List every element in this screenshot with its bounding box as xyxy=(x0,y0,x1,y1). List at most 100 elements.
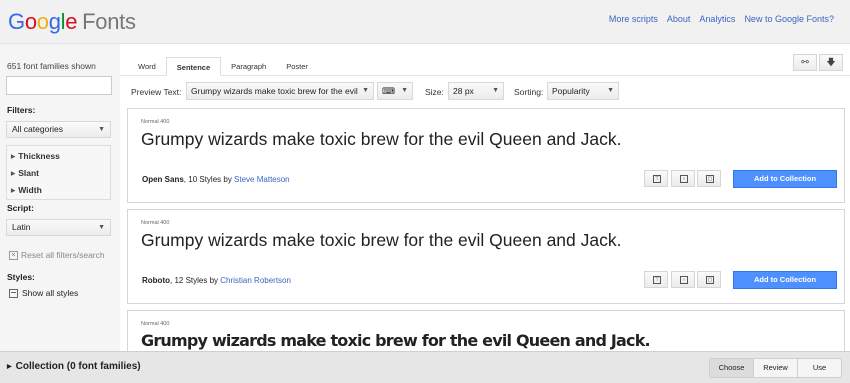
chevron-down-icon: ▼ xyxy=(98,224,105,231)
font-style-label: Normal 400 xyxy=(141,119,170,125)
font-family-name: Open Sans xyxy=(142,175,184,184)
category-select[interactable]: All categories ▼ xyxy=(6,121,111,138)
about-link[interactable]: About xyxy=(667,14,691,24)
logo-letter-2: o xyxy=(24,9,37,34)
specimen-icon: ▢ xyxy=(706,175,714,183)
keyboard-select[interactable]: ⌨ ▼ xyxy=(377,82,413,100)
font-author-link[interactable]: Steve Matteson xyxy=(234,175,290,184)
pop-out-button[interactable]: › xyxy=(671,170,695,187)
show-styles-icon xyxy=(9,288,18,298)
font-sample-text: Grumpy wizards make toxic brew for the e… xyxy=(141,230,622,250)
size-value: 28 px xyxy=(453,86,474,96)
sorting-select[interactable]: Popularity ▼ xyxy=(547,82,619,100)
quick-use-icon: ⊤ xyxy=(653,276,661,284)
chevron-down-icon: ▼ xyxy=(607,87,614,94)
close-icon: × xyxy=(9,250,18,260)
logo-letter-3: o xyxy=(36,9,49,34)
quick-use-button[interactable]: ⊤ xyxy=(644,271,668,288)
preview-text-value: Grumpy wizards make toxic brew for the e… xyxy=(191,86,358,96)
font-family-name: Roboto xyxy=(142,276,170,285)
preview-text-select[interactable]: Grumpy wizards make toxic brew for the e… xyxy=(186,82,374,100)
script-select-value: Latin xyxy=(12,222,31,232)
chevron-down-icon: ▼ xyxy=(98,126,105,133)
show-all-styles-toggle[interactable]: Show all styles xyxy=(9,288,78,298)
filter-slant-label: Slant xyxy=(18,168,40,178)
more-scripts-link[interactable]: More scripts xyxy=(609,14,658,24)
search-input[interactable] xyxy=(6,76,112,95)
font-styles-count: , 12 Styles by xyxy=(170,276,221,285)
sorting-value: Popularity xyxy=(552,86,590,96)
logo-letter-1: G xyxy=(8,9,25,34)
filter-sidebar: 651 font families shown Filters: All cat… xyxy=(0,44,120,351)
category-select-value: All categories xyxy=(12,124,64,134)
script-select[interactable]: Latin ▼ xyxy=(6,219,111,236)
tab-word[interactable]: Word xyxy=(128,57,166,76)
font-card-open-sans: Normal 400 Grumpy wizards make toxic bre… xyxy=(127,108,845,203)
tab-poster[interactable]: Poster xyxy=(276,57,318,76)
font-card-roboto: Normal 400 Grumpy wizards make toxic bre… xyxy=(127,209,845,304)
chevron-down-icon: ▼ xyxy=(401,87,408,94)
top-links: More scripts About Analytics New to Goog… xyxy=(609,14,834,24)
expand-arrow-icon: ▶ xyxy=(11,171,16,177)
filter-slant[interactable]: ▶ Slant xyxy=(11,168,39,178)
expand-arrow-icon: ▶ xyxy=(11,154,16,160)
tab-sentence[interactable]: Sentence xyxy=(165,57,222,76)
font-meta: Open Sans, 10 Styles by Steve Matteson xyxy=(142,175,290,184)
reset-filters-label: Reset all filters/search xyxy=(21,250,105,260)
top-header: Google Fonts More scripts About Analytics… xyxy=(0,0,850,44)
collection-label: Collection (0 font families) xyxy=(15,361,141,372)
filter-options: ▶ Thickness ▶ Slant ▶ Width xyxy=(6,145,111,200)
add-to-collection-button[interactable]: Add to Collection xyxy=(733,271,837,289)
new-to-google-fonts-link[interactable]: New to Google Fonts? xyxy=(744,14,834,24)
tab-paragraph[interactable]: Paragraph xyxy=(221,57,276,76)
analytics-link[interactable]: Analytics xyxy=(699,14,735,24)
font-styles-count: , 10 Styles by xyxy=(183,175,235,184)
font-author-link[interactable]: Christian Robertson xyxy=(220,276,291,285)
font-meta: Roboto, 12 Styles by Christian Robertson xyxy=(142,276,291,285)
show-all-styles-label: Show all styles xyxy=(22,288,79,298)
logo-letter-6: e xyxy=(65,9,78,34)
use-step-button[interactable]: Use xyxy=(797,358,842,378)
filter-thickness-label: Thickness xyxy=(18,151,60,161)
collection-toggle[interactable]: ▶ Collection (0 font families) xyxy=(7,361,141,372)
logo-letter-4: g xyxy=(48,9,61,34)
google-fonts-logo[interactable]: Google Fonts xyxy=(8,9,136,35)
add-to-collection-button[interactable]: Add to Collection xyxy=(733,170,837,188)
keyboard-icon: ⌨ xyxy=(382,86,395,96)
expand-arrow-icon: ▶ xyxy=(7,364,12,370)
filter-thickness[interactable]: ▶ Thickness xyxy=(11,151,60,161)
chevron-down-icon: ▼ xyxy=(362,87,369,94)
link-icon[interactable]: ⚯ xyxy=(793,54,817,71)
font-style-label: Normal 400 xyxy=(141,321,170,327)
see-specimen-button[interactable]: ▢ xyxy=(697,271,721,288)
review-step-button[interactable]: Review xyxy=(753,358,798,378)
sorting-label: Sorting: xyxy=(514,87,544,97)
styles-heading: Styles: xyxy=(7,272,35,282)
families-count: 651 font families shown xyxy=(7,61,96,71)
script-heading: Script: xyxy=(7,203,34,213)
step-buttons: Choose Review Use xyxy=(709,358,842,378)
font-sample-text: Grumpy wizards make toxic brew for the e… xyxy=(141,129,622,149)
specimen-icon: ▢ xyxy=(706,276,714,284)
logo-fonts-word: Fonts xyxy=(82,9,136,34)
chevron-down-icon: ▼ xyxy=(492,87,499,94)
collection-bar: ▶ Collection (0 font families) Choose Rev… xyxy=(0,351,850,383)
preview-tabs: Word Sentence Paragraph Poster xyxy=(128,57,318,76)
pop-out-icon: › xyxy=(680,276,688,284)
main-content: Word Sentence Paragraph Poster ⚯ 🡇 Previ… xyxy=(120,44,850,370)
size-select[interactable]: 28 px ▼ xyxy=(448,82,504,100)
quick-use-icon: ⊤ xyxy=(653,175,661,183)
size-label: Size: xyxy=(425,87,444,97)
font-style-label: Normal 400 xyxy=(141,220,170,226)
download-icon[interactable]: 🡇 xyxy=(819,54,843,71)
filters-heading: Filters: xyxy=(7,105,36,115)
choose-step-button[interactable]: Choose xyxy=(709,358,754,378)
expand-arrow-icon: ▶ xyxy=(11,188,16,194)
reset-filters-button[interactable]: × Reset all filters/search xyxy=(9,250,105,260)
filter-width-label: Width xyxy=(18,185,42,195)
pop-out-icon: › xyxy=(680,175,688,183)
pop-out-button[interactable]: › xyxy=(671,271,695,288)
see-specimen-button[interactable]: ▢ xyxy=(697,170,721,187)
quick-use-button[interactable]: ⊤ xyxy=(644,170,668,187)
filter-width[interactable]: ▶ Width xyxy=(11,185,42,195)
